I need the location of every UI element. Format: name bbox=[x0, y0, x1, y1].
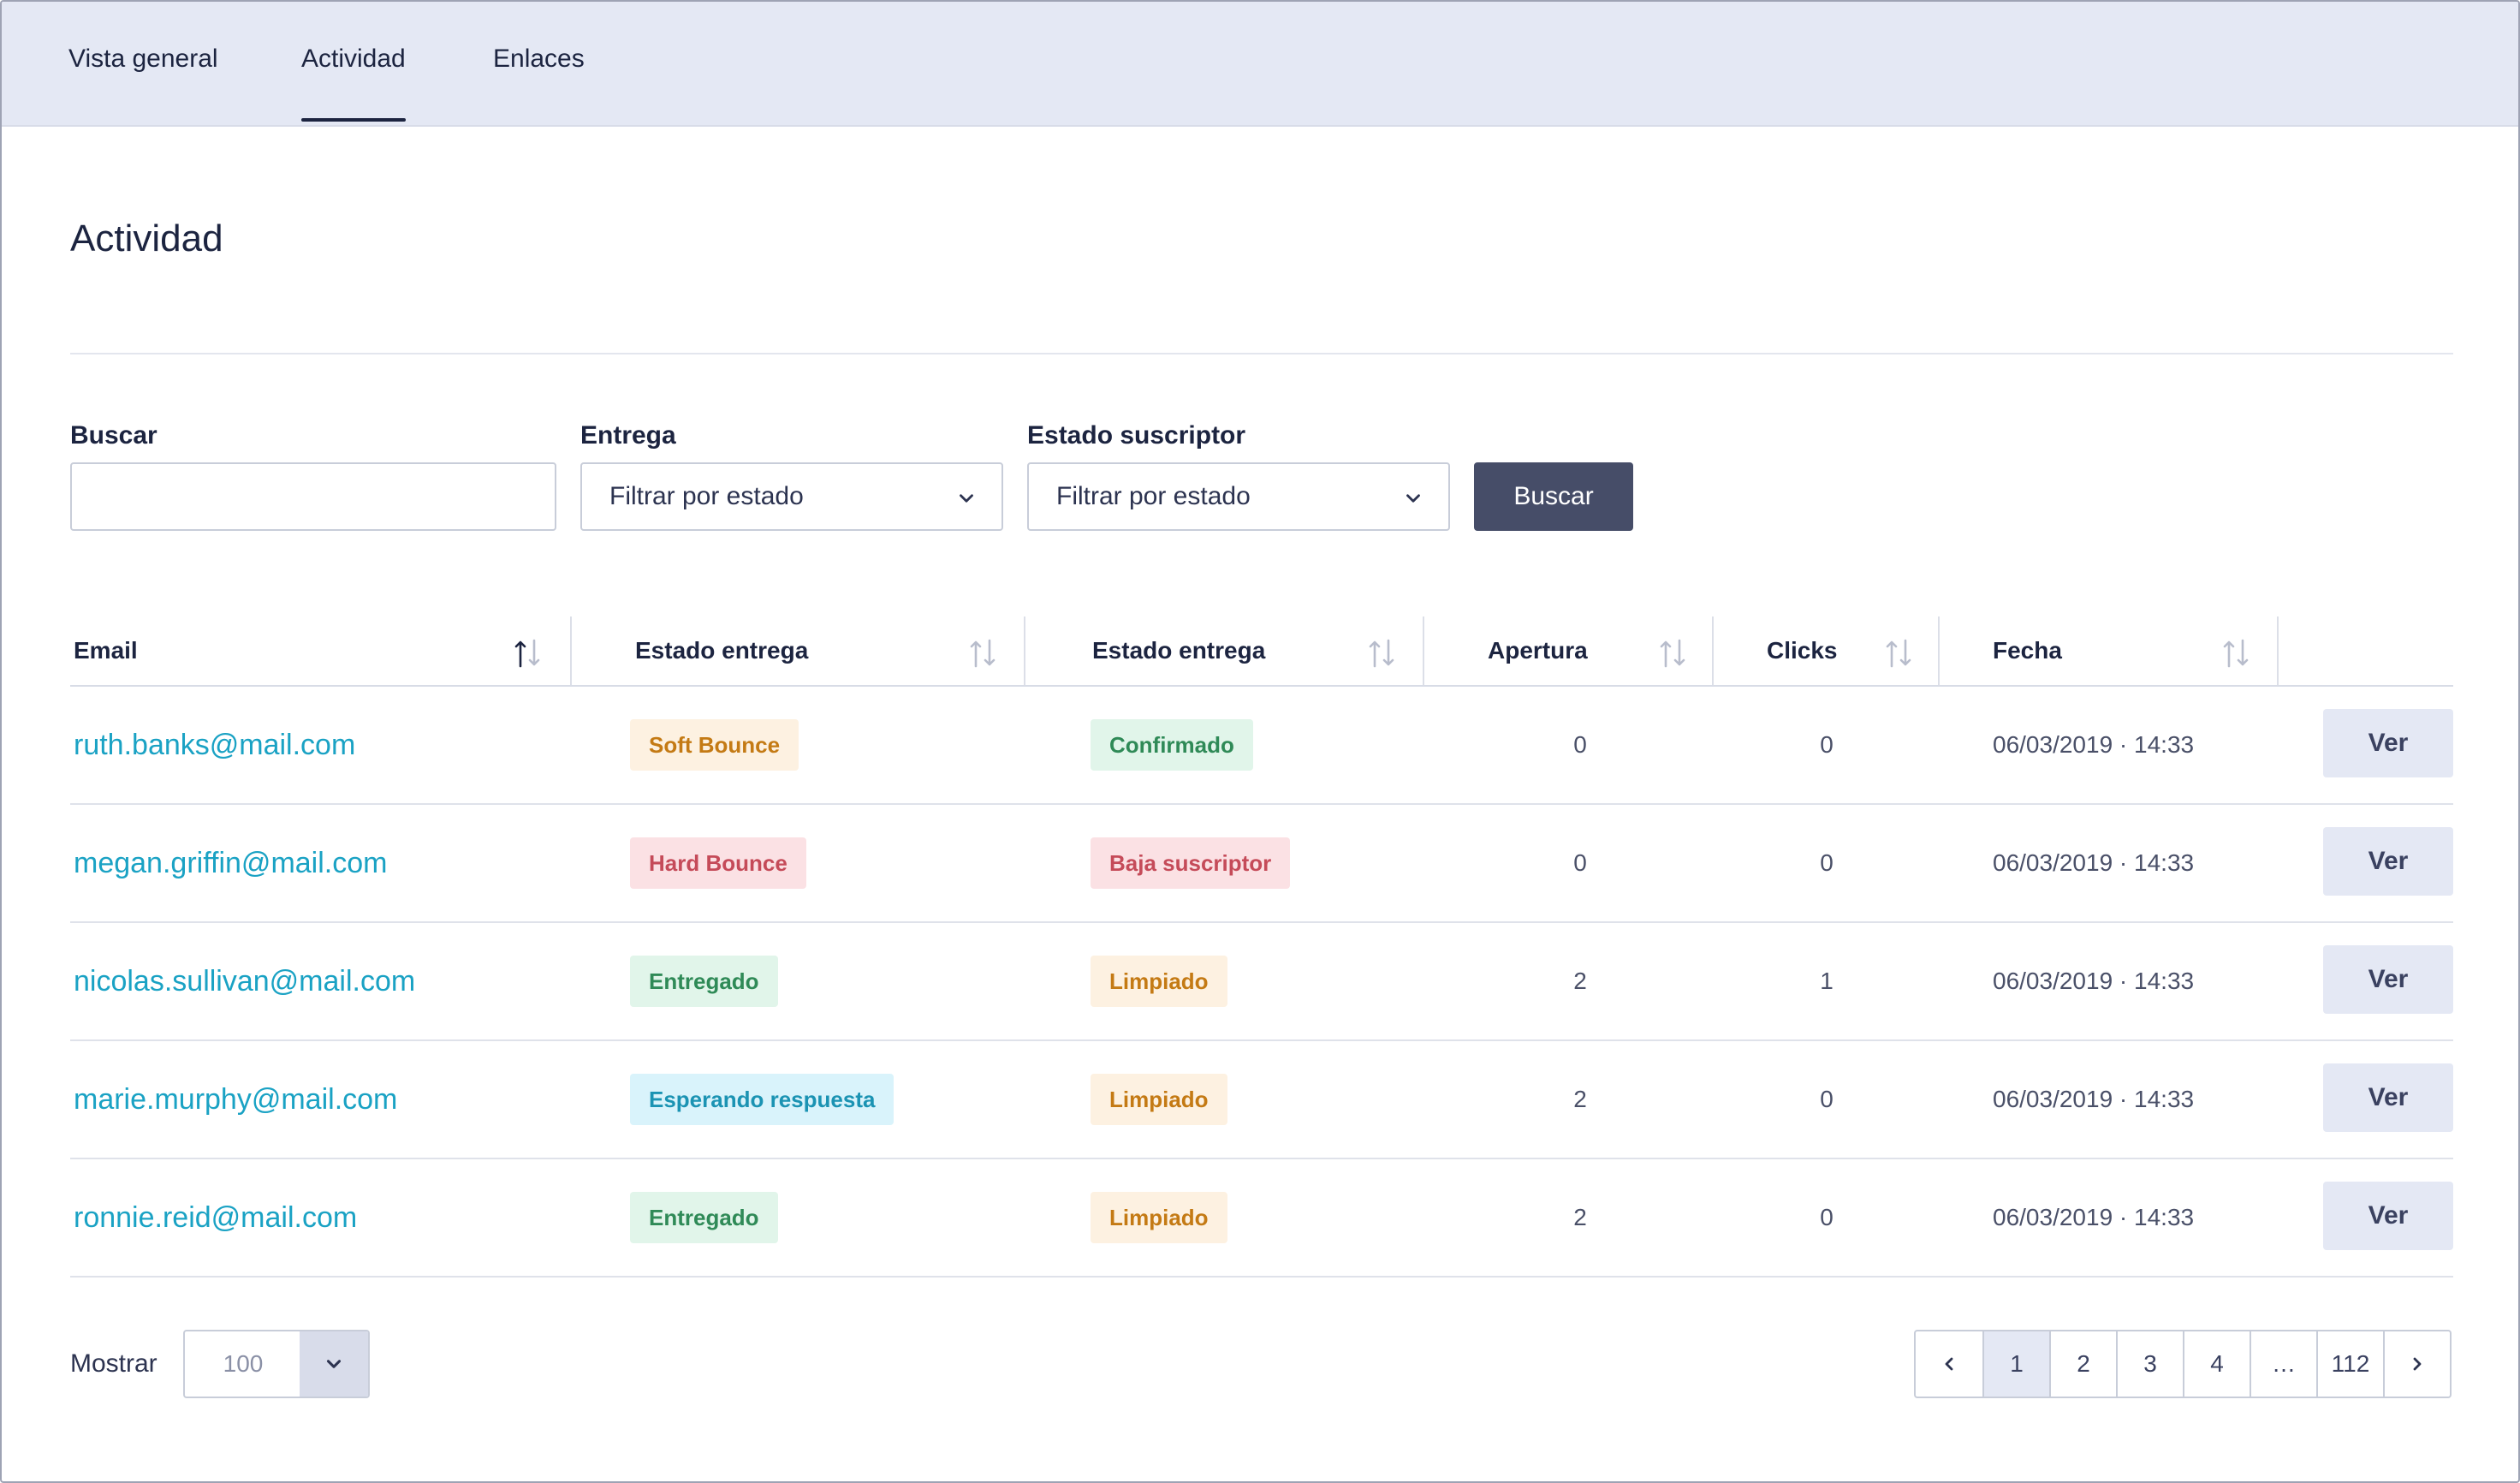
view-button[interactable]: Ver bbox=[2323, 709, 2453, 777]
sort-asc-icon[interactable] bbox=[512, 637, 543, 670]
tab-actividad[interactable]: Actividad bbox=[301, 45, 406, 122]
chevron-down-icon bbox=[1406, 494, 1420, 503]
date-value: 06/03/2019 · 14:33 bbox=[1993, 968, 2195, 994]
delivery-filter-select[interactable]: Filtrar por estado bbox=[580, 462, 1003, 531]
column-divider bbox=[1423, 616, 1424, 685]
pagination-page-4[interactable]: 4 bbox=[2183, 1331, 2250, 1397]
table-row: ruth.banks@mail.com Soft Bounce Confirma… bbox=[70, 687, 2453, 805]
opens-value: 0 bbox=[1573, 731, 1587, 758]
tab-vista-general[interactable]: Vista general bbox=[68, 45, 218, 74]
clicks-value: 0 bbox=[1820, 1086, 1834, 1112]
sort-icon[interactable] bbox=[1366, 637, 1397, 670]
clicks-value: 0 bbox=[1820, 731, 1834, 758]
page-title: Actividad bbox=[70, 217, 223, 259]
subscriber-filter-label: Estado suscriptor bbox=[1027, 421, 1246, 450]
subscriber-status-badge: Limpiado bbox=[1091, 1074, 1227, 1125]
pagination: 1 2 3 4 … 112 bbox=[1914, 1330, 2452, 1398]
delivery-filter-value: Filtrar por estado bbox=[609, 482, 804, 510]
app-frame: Vista general Actividad Enlaces Activida… bbox=[0, 0, 2520, 1483]
opens-value: 2 bbox=[1573, 1086, 1587, 1112]
row-email-link[interactable]: megan.griffin@mail.com bbox=[74, 805, 387, 921]
subscriber-status-badge: Limpiado bbox=[1091, 956, 1227, 1007]
date-value: 06/03/2019 · 14:33 bbox=[1993, 1086, 2195, 1112]
view-button[interactable]: Ver bbox=[2323, 1063, 2453, 1132]
column-header-opens[interactable]: Apertura bbox=[1488, 616, 1588, 685]
page-size-select[interactable]: 100 bbox=[183, 1330, 370, 1398]
column-divider bbox=[1938, 616, 1940, 685]
pagination-prev-button[interactable] bbox=[1916, 1331, 1982, 1397]
tab-enlaces[interactable]: Enlaces bbox=[493, 45, 585, 74]
title-divider bbox=[70, 353, 2453, 354]
chevron-right-icon bbox=[2413, 1357, 2422, 1371]
row-email-link[interactable]: ruth.banks@mail.com bbox=[74, 687, 355, 803]
table-row: ronnie.reid@mail.com Entregado Limpiado … bbox=[70, 1159, 2453, 1278]
pagination-page-1[interactable]: 1 bbox=[1982, 1331, 2049, 1397]
column-header-delivery-status[interactable]: Estado entrega bbox=[635, 616, 808, 685]
pagination-page-3[interactable]: 3 bbox=[2116, 1331, 2183, 1397]
opens-value: 2 bbox=[1573, 968, 1587, 994]
table-row: megan.griffin@mail.com Hard Bounce Baja … bbox=[70, 805, 2453, 923]
page-size-label: Mostrar bbox=[70, 1349, 158, 1378]
view-button[interactable]: Ver bbox=[2323, 1182, 2453, 1250]
sort-icon[interactable] bbox=[967, 637, 998, 670]
clicks-value: 0 bbox=[1820, 849, 1834, 876]
column-header-email[interactable]: Email bbox=[74, 616, 138, 685]
search-button[interactable]: Buscar bbox=[1474, 462, 1633, 531]
date-value: 06/03/2019 · 14:33 bbox=[1993, 1204, 2195, 1230]
view-button[interactable]: Ver bbox=[2323, 827, 2453, 896]
pagination-page-2[interactable]: 2 bbox=[2049, 1331, 2116, 1397]
subscriber-status-badge: Baja suscriptor bbox=[1091, 837, 1291, 889]
sort-icon[interactable] bbox=[1657, 637, 1688, 670]
pagination-page-last[interactable]: 112 bbox=[2316, 1331, 2383, 1397]
subscriber-status-badge: Confirmado bbox=[1091, 719, 1253, 771]
clicks-value: 0 bbox=[1820, 1204, 1834, 1230]
subscriber-status-badge: Limpiado bbox=[1091, 1192, 1227, 1243]
subscriber-filter-select[interactable]: Filtrar por estado bbox=[1027, 462, 1450, 531]
column-divider bbox=[570, 616, 572, 685]
sort-icon[interactable] bbox=[1883, 637, 1914, 670]
column-divider bbox=[2277, 616, 2279, 685]
table-row: nicolas.sullivan@mail.com Entregado Limp… bbox=[70, 923, 2453, 1041]
pagination-ellipsis: … bbox=[2250, 1331, 2316, 1397]
search-input[interactable] bbox=[70, 462, 556, 531]
search-label: Buscar bbox=[70, 421, 158, 450]
page-size-value: 100 bbox=[223, 1350, 264, 1377]
chevron-down-icon bbox=[326, 1360, 342, 1368]
chevron-left-icon bbox=[1945, 1357, 1953, 1371]
date-value: 06/03/2019 · 14:33 bbox=[1993, 849, 2195, 876]
delivery-status-badge: Soft Bounce bbox=[630, 719, 799, 771]
opens-value: 0 bbox=[1573, 849, 1587, 876]
chevron-down-icon bbox=[960, 494, 973, 503]
column-divider bbox=[1712, 616, 1714, 685]
tab-bar: Vista general Actividad Enlaces bbox=[2, 2, 2518, 127]
delivery-status-badge: Entregado bbox=[630, 956, 778, 1007]
delivery-status-badge: Esperando respuesta bbox=[630, 1074, 894, 1125]
delivery-status-badge: Entregado bbox=[630, 1192, 778, 1243]
pagination-next-button[interactable] bbox=[2383, 1331, 2450, 1397]
delivery-status-badge: Hard Bounce bbox=[630, 837, 806, 889]
sort-icon[interactable] bbox=[2220, 637, 2251, 670]
opens-value: 2 bbox=[1573, 1204, 1587, 1230]
table-header: Email Estado entrega Estado entrega Aper… bbox=[70, 616, 2453, 687]
page-size-dropdown-toggle[interactable] bbox=[300, 1331, 368, 1397]
row-email-link[interactable]: marie.murphy@mail.com bbox=[74, 1041, 397, 1158]
table-row: marie.murphy@mail.com Esperando respuest… bbox=[70, 1041, 2453, 1159]
date-value: 06/03/2019 · 14:33 bbox=[1993, 731, 2195, 758]
subscriber-filter-value: Filtrar por estado bbox=[1056, 482, 1251, 510]
row-email-link[interactable]: nicolas.sullivan@mail.com bbox=[74, 923, 415, 1039]
delivery-filter-label: Entrega bbox=[580, 421, 676, 450]
column-header-clicks[interactable]: Clicks bbox=[1767, 616, 1838, 685]
column-header-date[interactable]: Fecha bbox=[1993, 616, 2062, 685]
view-button[interactable]: Ver bbox=[2323, 945, 2453, 1014]
clicks-value: 1 bbox=[1820, 968, 1834, 994]
column-header-subscriber-status[interactable]: Estado entrega bbox=[1092, 616, 1265, 685]
column-divider bbox=[1024, 616, 1025, 685]
row-email-link[interactable]: ronnie.reid@mail.com bbox=[74, 1159, 357, 1276]
